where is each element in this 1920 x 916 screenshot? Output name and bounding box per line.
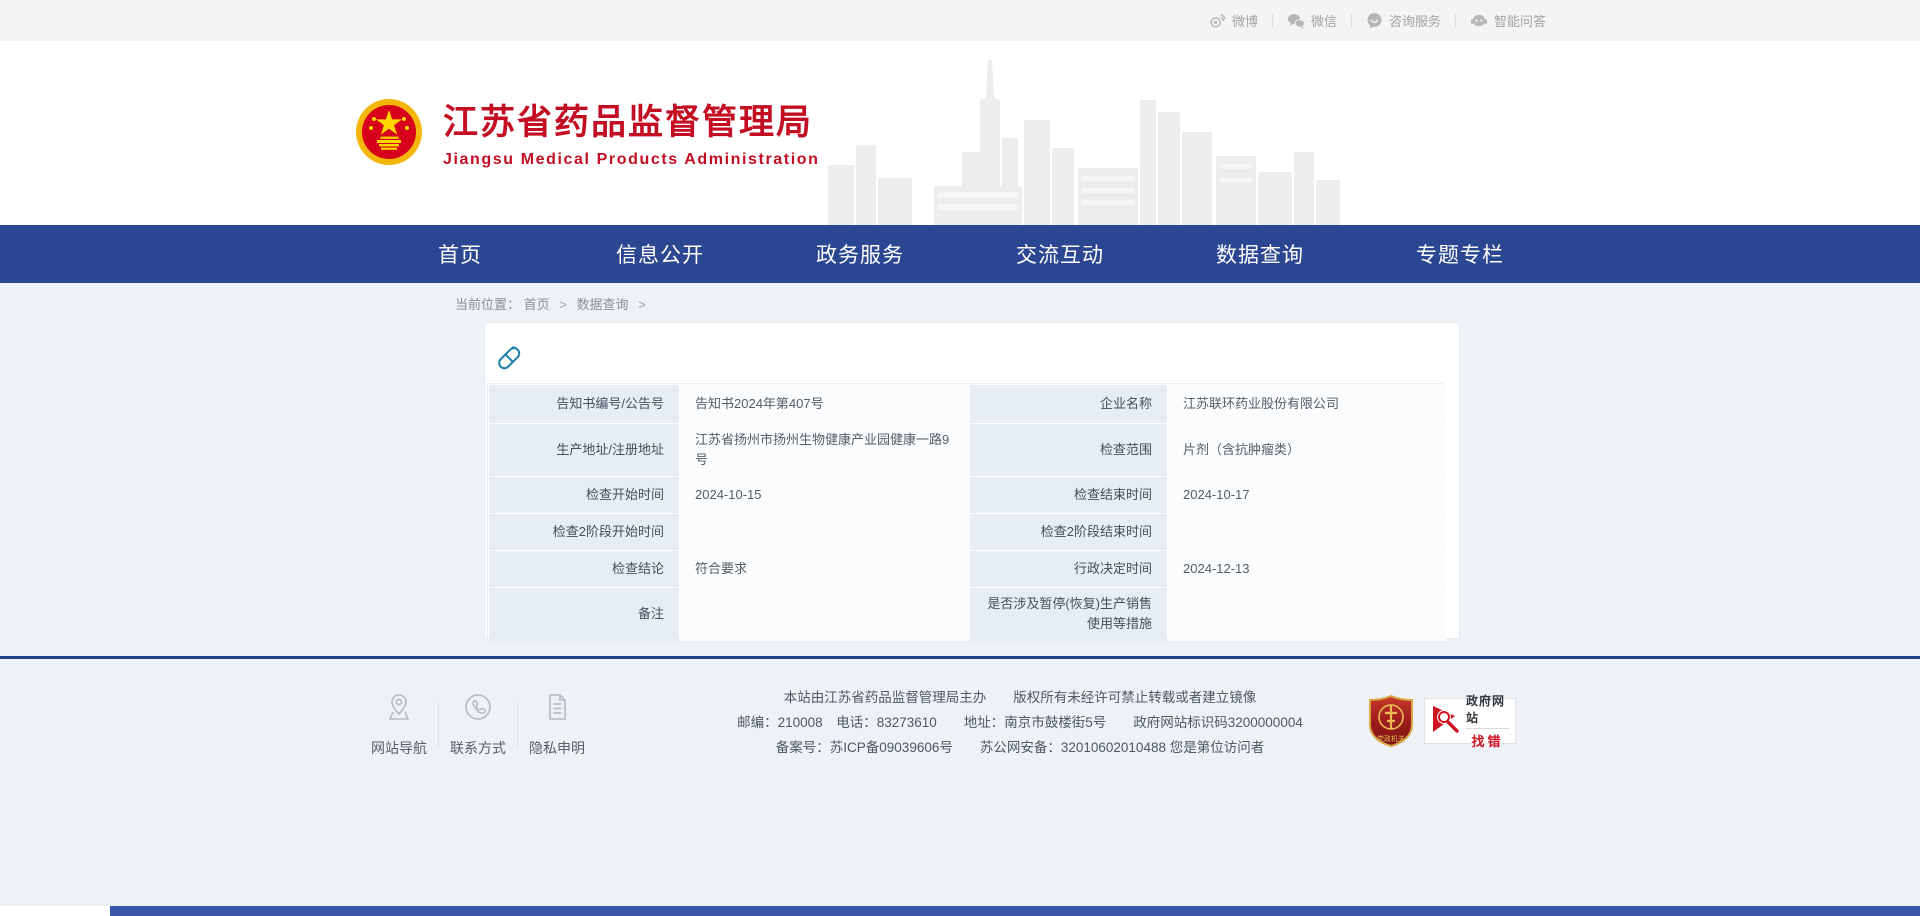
bottom-strip: [0, 906, 1920, 916]
field-value: 江苏联环药业股份有限公司: [1168, 385, 1446, 423]
topbar-item-consult[interactable]: 咨询服务: [1352, 11, 1455, 30]
nav-item-data-query[interactable]: 数据查询: [1160, 225, 1360, 283]
footer-link-label: 隐私申明: [529, 738, 585, 758]
field-label: 备注: [489, 588, 679, 640]
topbar-item-label: 咨询服务: [1389, 11, 1441, 30]
document-icon: [541, 691, 573, 728]
field-value: [1168, 514, 1446, 550]
error-badge-line2: 找错: [1471, 731, 1503, 750]
field-value: [680, 514, 969, 550]
detail-table: 告知书编号/公告号 告知书2024年第407号 企业名称 江苏联环药业股份有限公…: [488, 384, 1447, 642]
field-label: 检查结束时间: [970, 477, 1167, 513]
error-badge-line1: 政府网站: [1466, 692, 1509, 726]
breadcrumb-separator: >: [638, 297, 646, 312]
field-label: 检查2阶段开始时间: [489, 514, 679, 550]
error-badge-divider: [1466, 728, 1509, 729]
site-subtitle: Jiangsu Medical Products Administration: [443, 151, 820, 169]
footer-line-3: 备案号：苏ICP备09039606号 苏公网安备：32010602010488 …: [620, 735, 1420, 760]
field-label: 企业名称: [970, 385, 1167, 423]
bottom-strip-gap: [0, 906, 110, 916]
table-row: 备注 是否涉及暂停(恢复)生产销售使用等措施: [489, 588, 1446, 640]
breadcrumb-link-data-query[interactable]: 数据查询: [577, 297, 629, 312]
main-nav: 首页 信息公开 政务服务 交流互动 数据查询 专题专栏: [0, 225, 1920, 283]
field-value: 2024-12-13: [1168, 551, 1446, 587]
breadcrumb-separator: >: [559, 297, 567, 312]
field-label: 检查结论: [489, 551, 679, 587]
table-row: 告知书编号/公告号 告知书2024年第407号 企业名称 江苏联环药业股份有限公…: [489, 385, 1446, 423]
footer-badges: 党政机关 政府网站 找错: [1368, 695, 1516, 747]
main-nav-inner: 首页 信息公开 政务服务 交流互动 数据查询 专题专栏: [360, 225, 1560, 283]
topbar-item-wechat[interactable]: 微信: [1273, 11, 1351, 30]
topbar-items: 微博 微信 咨询服务 智能问答: [1195, 0, 1560, 41]
table-row: 检查2阶段开始时间 检查2阶段结束时间: [489, 514, 1446, 550]
field-value: 符合要求: [680, 551, 969, 587]
field-label: 生产地址/注册地址: [489, 424, 679, 476]
footer-link-label: 网站导航: [371, 738, 427, 758]
breadcrumb-link-home[interactable]: 首页: [524, 297, 550, 312]
topbar-item-label: 智能问答: [1494, 11, 1546, 30]
topbar-item-qa[interactable]: 智能问答: [1456, 11, 1560, 30]
error-badge-texts: 政府网站 找错: [1466, 692, 1509, 750]
field-label: 告知书编号/公告号: [489, 385, 679, 423]
table-row: 检查结论 符合要求 行政决定时间 2024-12-13: [489, 551, 1446, 587]
field-label: 检查范围: [970, 424, 1167, 476]
footer-links: 网站导航 联系方式: [360, 691, 596, 758]
footer-link-contact[interactable]: 联系方式: [439, 691, 517, 758]
topbar-item-label: 微信: [1311, 11, 1337, 30]
field-value: 江苏省扬州市扬州生物健康产业园健康一路9号: [680, 424, 969, 476]
robot-icon: [1470, 12, 1488, 29]
chat-bubble-icon: [1366, 12, 1383, 29]
brand-text: 江苏省药品监督管理局 Jiangsu Medical Products Admi…: [443, 94, 820, 169]
detail-card: 告知书编号/公告号 告知书2024年第407号 企业名称 江苏联环药业股份有限公…: [484, 322, 1460, 639]
nav-item-gov-services[interactable]: 政务服务: [760, 225, 960, 283]
party-gov-badge[interactable]: 党政机关: [1368, 695, 1414, 747]
breadcrumb-prefix: 当前位置：: [455, 297, 520, 312]
error-finder-magnifier-icon: [1431, 702, 1461, 741]
page: 微博 微信 咨询服务 智能问答: [0, 0, 1920, 916]
footer-link-label: 联系方式: [450, 738, 506, 758]
field-label: 是否涉及暂停(恢复)生产销售使用等措施: [970, 588, 1167, 640]
pill-icon: [494, 343, 524, 373]
breadcrumb: 当前位置： 首页 > 数据查询 >: [455, 294, 652, 313]
topbar-item-label: 微博: [1232, 11, 1258, 30]
national-emblem-logo: [355, 98, 423, 166]
field-value: 告知书2024年第407号: [680, 385, 969, 423]
field-value: 2024-10-15: [680, 477, 969, 513]
topbar-item-weibo[interactable]: 微博: [1195, 11, 1272, 30]
phone-icon: [462, 691, 494, 728]
detail-table-wrap: 告知书编号/公告号 告知书2024年第407号 企业名称 江苏联环药业股份有限公…: [487, 383, 1443, 643]
footer-link-privacy[interactable]: 隐私申明: [518, 691, 596, 758]
main-content: 当前位置： 首页 > 数据查询 > 告知书编号: [0, 283, 1920, 656]
brand: 江苏省药品监督管理局 Jiangsu Medical Products Admi…: [355, 94, 820, 169]
bottom-strip-bar: [110, 906, 1920, 916]
field-value: 片剂（含抗肿瘤类）: [1168, 424, 1446, 476]
website-error-report-badge[interactable]: 政府网站 找错: [1424, 698, 1516, 744]
footer-info: 本站由江苏省药品监督管理局主办 版权所有未经许可禁止转载或者建立镜像 邮编：21…: [620, 685, 1420, 760]
topbar: 微博 微信 咨询服务 智能问答: [0, 0, 1920, 41]
nav-item-special-columns[interactable]: 专题专栏: [1360, 225, 1560, 283]
map-pin-icon: [383, 691, 415, 728]
nav-item-info-disclosure[interactable]: 信息公开: [560, 225, 760, 283]
footer-link-sitemap[interactable]: 网站导航: [360, 691, 438, 758]
field-value: [680, 588, 969, 640]
table-row: 检查开始时间 2024-10-15 检查结束时间 2024-10-17: [489, 477, 1446, 513]
footer-line-1: 本站由江苏省药品监督管理局主办 版权所有未经许可禁止转载或者建立镜像: [620, 685, 1420, 710]
field-label: 检查开始时间: [489, 477, 679, 513]
weibo-icon: [1209, 12, 1226, 29]
nav-item-home[interactable]: 首页: [360, 225, 560, 283]
party-gov-badge-label: 党政机关: [1377, 734, 1405, 743]
field-label: 行政决定时间: [970, 551, 1167, 587]
nav-item-interaction[interactable]: 交流互动: [960, 225, 1160, 283]
table-row: 生产地址/注册地址 江苏省扬州市扬州生物健康产业园健康一路9号 检查范围 片剂（…: [489, 424, 1446, 476]
site-header: 江苏省药品监督管理局 Jiangsu Medical Products Admi…: [0, 41, 1920, 225]
footer-line-2: 邮编：210008 电话：83273610 地址：南京市鼓楼街5号 政府网站标识…: [620, 710, 1420, 735]
field-label: 检查2阶段结束时间: [970, 514, 1167, 550]
city-skyline-graphic: [828, 60, 1340, 225]
field-value: [1168, 588, 1446, 640]
field-value: 2024-10-17: [1168, 477, 1446, 513]
footer: 网站导航 联系方式: [0, 659, 1920, 906]
wechat-icon: [1287, 13, 1305, 29]
site-title: 江苏省药品监督管理局: [443, 94, 820, 145]
